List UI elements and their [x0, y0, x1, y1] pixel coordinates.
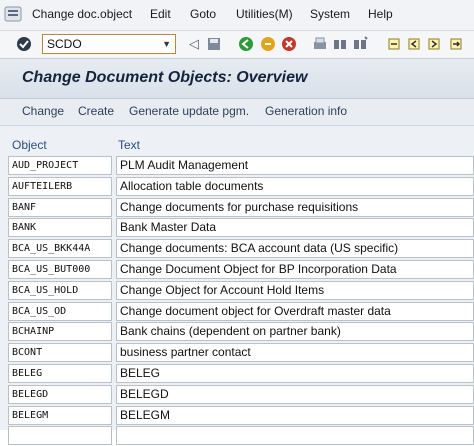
- table-row[interactable]: BCA_US_OD Change document object for Over…: [8, 301, 474, 322]
- text-cell[interactable]: [116, 426, 474, 446]
- text-cell[interactable]: BELEG: [116, 364, 474, 383]
- menu-bar: Change doc.object Edit Goto Utilities(M)…: [0, 0, 474, 31]
- column-header-text[interactable]: Text: [118, 138, 140, 152]
- menu-utilities[interactable]: Utilities(M): [236, 7, 293, 21]
- text-cell[interactable]: Bank Master Data: [116, 218, 474, 238]
- page-title: Change Document Objects: Overview: [22, 69, 308, 86]
- text-cell[interactable]: Change Object for Account Hold Items: [116, 280, 474, 300]
- sap-menu-icon[interactable]: [4, 5, 22, 23]
- exit-icon[interactable]: [260, 36, 276, 52]
- object-cell[interactable]: BCA_US_BUT000: [8, 260, 112, 279]
- find-icon[interactable]: [332, 36, 348, 52]
- table-row[interactable]: AUD_PROJECT PLM Audit Management: [8, 156, 474, 176]
- menu-goto[interactable]: Goto: [190, 7, 216, 21]
- menu-change-doc-object[interactable]: Change doc.object: [32, 7, 132, 21]
- application-toolbar: Change Create Generate update pgm. Gener…: [0, 99, 474, 126]
- column-header-object[interactable]: Object: [12, 138, 47, 152]
- title-bar: Change Document Objects: Overview: [0, 59, 474, 99]
- cancel-icon[interactable]: [281, 36, 297, 52]
- last-page-icon[interactable]: [448, 36, 464, 52]
- first-page-icon[interactable]: [386, 36, 402, 52]
- back-arrow-icon[interactable]: ◁: [186, 36, 202, 52]
- create-button[interactable]: Create: [78, 104, 114, 118]
- table-row[interactable]: [8, 426, 474, 446]
- text-cell[interactable]: business partner contact: [116, 343, 474, 363]
- object-cell[interactable]: [8, 426, 112, 446]
- table-row[interactable]: BCA_US_HOLD Change Object for Account Hol…: [8, 280, 474, 301]
- text-cell[interactable]: Change Document Object for BP Incorporat…: [116, 260, 474, 279]
- table-row[interactable]: BCA_US_BKK44A Change documents: BCA accou…: [8, 239, 474, 259]
- table-row[interactable]: BELEGM BELEGM: [8, 405, 474, 426]
- object-cell[interactable]: BCHAINP: [8, 322, 112, 342]
- object-cell[interactable]: AUD_PROJECT: [8, 156, 112, 175]
- menu-system[interactable]: System: [310, 7, 350, 21]
- object-cell[interactable]: AUFTEILERB: [8, 176, 112, 196]
- table-row[interactable]: BANF Change documents for purchase requis…: [8, 197, 474, 218]
- table-row[interactable]: BELEG BELEG: [8, 364, 474, 384]
- text-cell[interactable]: Change documents: BCA account data (US s…: [116, 239, 474, 259]
- table-row[interactable]: BANK Bank Master Data: [8, 218, 474, 238]
- object-cell[interactable]: BELEGM: [8, 405, 112, 425]
- menu-help[interactable]: Help: [368, 7, 393, 21]
- find-next-icon[interactable]: [352, 36, 368, 52]
- content-area: Object Text AUD_PROJECT PLM Audit Managem…: [0, 126, 474, 446]
- chevron-down-icon[interactable]: ▼: [162, 35, 171, 53]
- object-cell[interactable]: BANK: [8, 218, 112, 238]
- table-row[interactable]: BCONT business partner contact: [8, 343, 474, 363]
- text-cell[interactable]: PLM Audit Management: [116, 156, 474, 175]
- object-cell[interactable]: BELEGD: [8, 384, 112, 404]
- text-cell[interactable]: Bank chains (dependent on partner bank): [116, 322, 474, 342]
- table-row[interactable]: BCA_US_BUT000 Change Document Object for …: [8, 260, 474, 280]
- save-icon[interactable]: [206, 36, 222, 52]
- previous-page-icon[interactable]: [406, 36, 422, 52]
- text-cell[interactable]: BELEGD: [116, 384, 474, 404]
- object-cell[interactable]: BANF: [8, 197, 112, 217]
- object-cell[interactable]: BELEG: [8, 364, 112, 383]
- text-cell[interactable]: Change document object for Overdraft mas…: [116, 301, 474, 321]
- back-icon[interactable]: [238, 36, 254, 52]
- table-row[interactable]: BCHAINP Bank chains (dependent on partner…: [8, 322, 474, 342]
- text-cell[interactable]: Allocation table documents: [116, 176, 474, 196]
- object-cell[interactable]: BCA_US_HOLD: [8, 280, 112, 300]
- text-cell[interactable]: Change documents for purchase requisitio…: [116, 197, 474, 217]
- table-row[interactable]: BELEGD BELEGD: [8, 384, 474, 405]
- standard-toolbar: SCDO ▼ ◁: [0, 31, 474, 59]
- command-field-value: SCDO: [47, 37, 82, 51]
- generate-update-pgm-button[interactable]: Generate update pgm.: [129, 104, 249, 118]
- generation-info-button[interactable]: Generation info: [265, 104, 347, 118]
- enter-check-icon[interactable]: [16, 36, 32, 52]
- object-cell[interactable]: BCA_US_OD: [8, 301, 112, 321]
- object-cell[interactable]: BCA_US_BKK44A: [8, 239, 112, 259]
- menu-edit[interactable]: Edit: [150, 7, 171, 21]
- object-cell[interactable]: BCONT: [8, 343, 112, 363]
- next-page-icon[interactable]: [426, 36, 442, 52]
- table-row[interactable]: AUFTEILERB Allocation table documents: [8, 176, 474, 197]
- text-cell[interactable]: BELEGM: [116, 405, 474, 425]
- change-button[interactable]: Change: [22, 104, 64, 118]
- print-icon[interactable]: [312, 36, 328, 52]
- command-field[interactable]: SCDO ▼: [42, 34, 176, 54]
